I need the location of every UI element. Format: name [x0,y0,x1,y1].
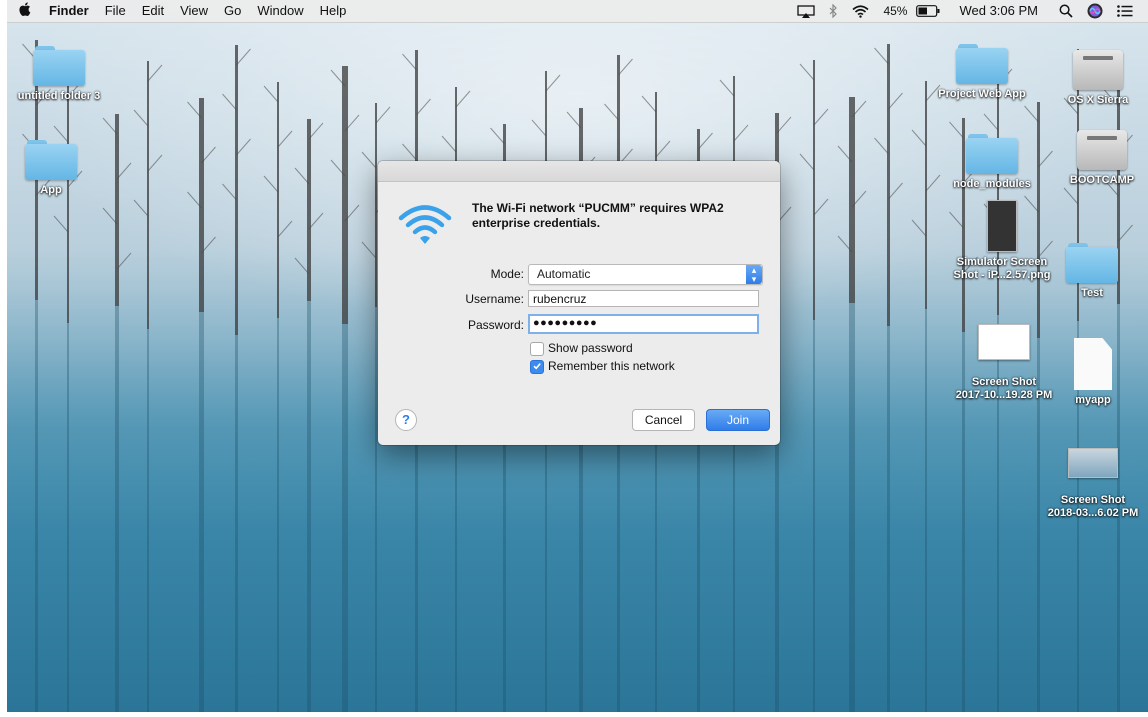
checkmark-icon [533,363,541,370]
desktop-icon-label: Test [1081,287,1103,299]
menu-go[interactable]: Go [216,0,249,22]
wifi-status-icon[interactable] [845,4,876,18]
hard-drive-icon [1077,130,1127,170]
username-label: Username: [465,292,524,306]
folder-icon [1066,243,1118,283]
password-field[interactable]: ●●●●●●●●● [528,314,759,334]
desktop-icon-label: myapp [1075,394,1111,406]
hard-drive-icon [1073,50,1123,90]
apple-menu-icon[interactable] [7,0,41,22]
desktop-icon-label: OS X Sierra [1067,94,1129,106]
desktop-icon-label-line2: 2018-03...6.02 PM [1047,507,1139,519]
desktop-icon-myapp[interactable]: myapp [1038,338,1148,407]
wifi-credentials-dialog: The Wi-Fi network “PUCMM” requires WPA2 … [378,161,780,445]
desktop-icon-os-x-sierra[interactable]: OS X Sierra [1043,50,1148,107]
document-icon [1074,338,1112,390]
desktop-icon-label: Project Web App [938,88,1026,100]
desktop-icon-label: untitled folder 3 [17,90,101,102]
folder-icon [25,140,77,180]
username-field[interactable]: rubencruz [528,290,759,307]
desktop-icon-app[interactable]: App [7,140,106,197]
show-password-label[interactable]: Show password [548,341,633,355]
mode-select[interactable]: Automatic ▴ ▾ [528,264,763,285]
menu-view[interactable]: View [172,0,216,22]
desktop-icon-untitled-folder-3[interactable]: untitled folder 3 [7,46,114,103]
folder-icon [966,134,1018,174]
battery-percent[interactable]: 45% [876,0,909,22]
desktop-icon-label: BOOTCAMP [1069,174,1135,186]
desktop: Finder File Edit View Go Window Help 45%… [7,0,1148,712]
spotlight-search-icon[interactable] [1052,4,1080,18]
menu-bar: Finder File Edit View Go Window Help 45%… [7,0,1148,23]
mode-label: Mode: [490,267,524,281]
image-thumbnail-icon [987,200,1017,252]
menu-file[interactable]: File [97,0,134,22]
battery-icon[interactable] [909,5,947,17]
bluetooth-icon[interactable] [822,4,845,18]
menubar-clock[interactable]: Wed 3:06 PM [947,0,1052,22]
desktop-icon-label: node_modules [953,178,1031,190]
remember-network-checkbox[interactable] [530,360,544,374]
mode-select-value: Automatic [537,267,591,281]
help-button[interactable]: ? [395,409,417,431]
folder-icon [956,44,1008,84]
menu-help[interactable]: Help [312,0,355,22]
desktop-icon-project-web-app[interactable]: Project Web App [927,44,1037,101]
chevron-up-down-icon: ▴ ▾ [746,265,762,284]
menu-finder[interactable]: Finder [41,0,97,22]
notification-center-icon[interactable] [1110,5,1140,17]
folder-icon [33,46,85,86]
menu-edit[interactable]: Edit [134,0,172,22]
wifi-icon [398,205,452,244]
image-thumbnail-icon [1068,448,1118,478]
image-thumbnail-icon [978,324,1030,360]
airplay-icon[interactable] [790,4,822,18]
desktop-icon-node-modules[interactable]: node_modules [937,134,1047,191]
join-button[interactable]: Join [706,409,770,431]
show-password-checkbox[interactable] [530,342,544,356]
password-label: Password: [467,318,524,332]
dialog-titlebar [378,161,780,182]
desktop-icon-label-line1: Screen Shot [1060,494,1126,506]
desktop-icon-test[interactable]: Test [1037,243,1147,300]
dialog-message: The Wi-Fi network “PUCMM” requires WPA2 … [472,201,724,230]
siri-icon[interactable] [1080,3,1110,19]
cancel-button[interactable]: Cancel [632,409,695,431]
desktop-icon-bootcamp[interactable]: BOOTCAMP [1047,130,1148,187]
remember-network-label[interactable]: Remember this network [548,359,675,373]
menu-window[interactable]: Window [249,0,311,22]
desktop-icon-label: App [40,184,62,196]
desktop-icon-screen-shot-2018[interactable]: Screen Shot 2018-03...6.02 PM [1038,448,1148,520]
